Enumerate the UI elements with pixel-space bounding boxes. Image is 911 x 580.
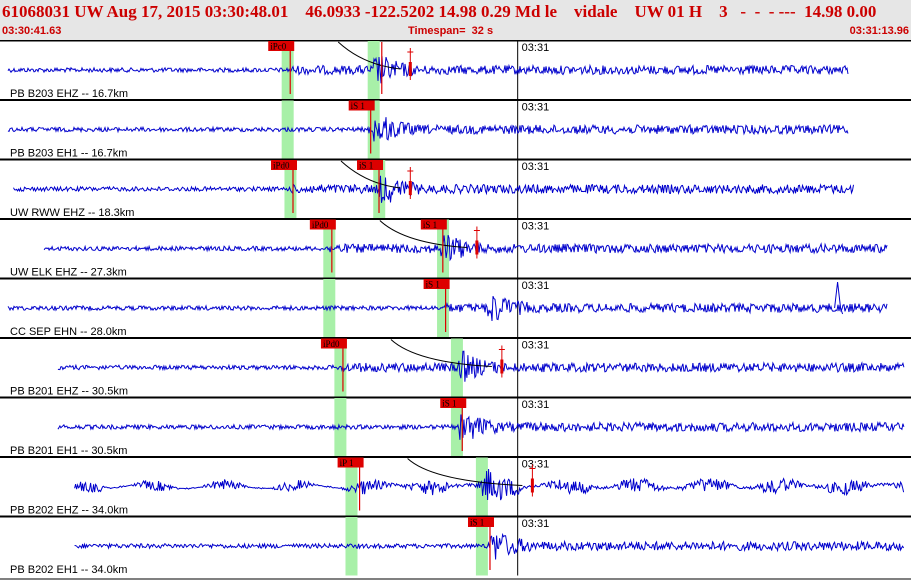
minute-tick-label: 03:31 xyxy=(522,221,550,233)
station-label: UW RWW EHZ -- 18.3km xyxy=(10,207,134,219)
pick-label: iPd0 xyxy=(323,339,340,349)
waveform-trace xyxy=(74,532,905,560)
pick-label: iPd0 xyxy=(273,161,290,171)
station-label: CC SEP EHN -- 28.0km xyxy=(10,326,127,338)
timespan-label: Timespan= 32 s xyxy=(408,25,494,37)
waveform-trace xyxy=(7,117,849,142)
waveform-trace xyxy=(74,468,905,501)
pick-label: iS 1 xyxy=(351,101,365,111)
station-label: PB B202 EH1 -- 34.0km xyxy=(10,564,127,576)
station-panel: 03:31 iPd0 iS 1 UW RWW EHZ -- 18.3km xyxy=(0,158,911,219)
minute-tick-label: 03:31 xyxy=(522,399,550,411)
coda-marker-box xyxy=(408,62,412,76)
waveform-trace xyxy=(57,414,905,440)
coda-marker-box xyxy=(475,240,479,255)
station-panel: 03:31 iP 1 PB B202 EHZ -- 34.0km xyxy=(0,456,911,517)
pick-label: iS 1 xyxy=(359,161,373,171)
pick-label: iS 1 xyxy=(442,399,456,409)
station-panel: 03:31 iS 1 PB B203 EH1 -- 16.7km xyxy=(0,99,911,160)
station-panel: 03:31 iS 1 CC SEP EHN -- 28.0km xyxy=(0,277,911,338)
minute-tick-label: 03:31 xyxy=(522,518,550,530)
pick-label: iS 1 xyxy=(423,220,437,230)
coda-marker-box xyxy=(530,478,534,493)
waveform-trace xyxy=(13,175,854,203)
station-label: PB B201 EH1 -- 30.5km xyxy=(10,445,127,457)
station-label: PB B201 EHZ -- 30.5km xyxy=(10,386,128,398)
minute-tick-label: 03:31 xyxy=(522,161,550,173)
pick-label: iPd0 xyxy=(312,220,329,230)
waveform-trace xyxy=(57,350,905,382)
pick-label: iPc0 xyxy=(270,42,287,52)
pick-label: iS 1 xyxy=(426,280,440,290)
minute-tick-label: 03:31 xyxy=(522,340,550,352)
pick-label: iP 1 xyxy=(340,458,354,468)
station-panel: 03:31 iPc0 PB B203 EHZ -- 16.7km xyxy=(0,40,911,100)
event-title: 61068031 UW Aug 17, 2015 03:30:48.01 46.… xyxy=(2,2,877,21)
event-header: 61068031 UW Aug 17, 2015 03:30:48.01 46.… xyxy=(0,0,911,40)
station-label: PB B202 EHZ -- 34.0km xyxy=(10,505,128,517)
coda-marker-box xyxy=(500,359,504,374)
station-label: UW ELK EHZ -- 27.3km xyxy=(10,267,127,279)
station-panel: 03:31 iPd0 PB B201 EHZ -- 30.5km xyxy=(0,337,911,398)
pick-label: iS 1 xyxy=(470,518,484,528)
minute-tick-label: 03:31 xyxy=(522,280,550,292)
station-label: PB B203 EH1 -- 16.7km xyxy=(10,148,127,160)
minute-tick-label: 03:31 xyxy=(522,102,550,114)
coda-marker-box xyxy=(408,181,412,195)
station-label: PB B203 EHZ -- 16.7km xyxy=(10,88,128,100)
station-panel: 03:31 iS 1 PB B202 EH1 -- 34.0km xyxy=(0,515,911,576)
end-time: 03:31:13.96 xyxy=(849,25,909,37)
minute-tick-label: 03:31 xyxy=(522,459,550,471)
station-panel: 03:31 iPd0 iS 1 UW ELK EHZ -- 27.3km xyxy=(0,218,911,279)
minute-tick-label: 03:31 xyxy=(522,42,550,54)
station-panel: 03:31 iS 1 PB B201 EH1 -- 30.5km xyxy=(0,396,911,457)
start-time: 03:30:41.63 xyxy=(2,25,62,37)
seismogram-window: 61068031 UW Aug 17, 2015 03:30:48.01 46.… xyxy=(0,0,911,580)
seismogram-plot[interactable]: 03:31 iPc0 PB B203 EHZ -- 16.7km 03:31 iS 1 P… xyxy=(0,40,911,580)
waveform-trace xyxy=(7,56,849,84)
